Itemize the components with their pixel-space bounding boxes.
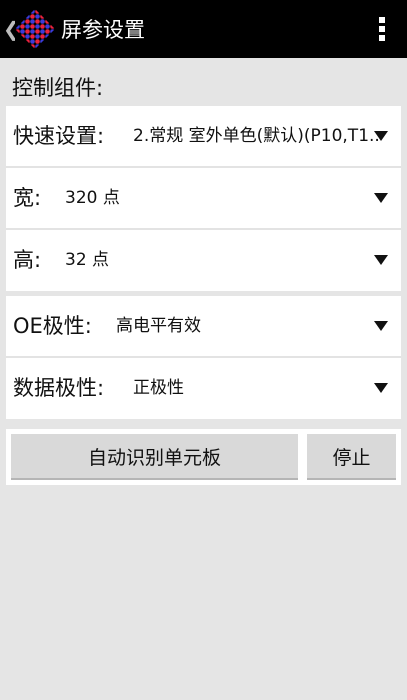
logo-cell — [35, 34, 40, 39]
data-polarity-label: 数据极性: — [13, 376, 105, 400]
logo-cell — [40, 34, 45, 39]
dropdown-arrow-icon — [374, 383, 388, 393]
quick-setting-spinner[interactable]: 快速设置: 2.常规 室外单色(默认)(P10,T1... — [6, 106, 401, 166]
data-polarity-value: 正极性 — [133, 378, 184, 398]
height-value: 32 点 — [65, 250, 110, 270]
oe-polarity-label: OE极性: — [13, 314, 92, 338]
logo-cell — [30, 19, 35, 24]
logo-cell — [20, 24, 25, 29]
logo-cell — [35, 39, 40, 44]
logo-cell — [35, 24, 40, 29]
logo-cell — [25, 19, 30, 24]
dropdown-arrow-icon — [374, 321, 388, 331]
page-title: 屏参设置 — [61, 18, 145, 42]
width-value: 320 点 — [65, 188, 120, 208]
dropdown-arrow-icon — [374, 131, 388, 141]
logo-cell — [45, 29, 50, 34]
section-label-control: 控制组件: — [12, 76, 104, 100]
logo-cell — [20, 29, 25, 34]
logo-cell — [45, 24, 50, 29]
logo-cell — [25, 24, 30, 29]
screen-size-card: 快速设置: 2.常规 室外单色(默认)(P10,T1... 宽: 320 点 高… — [6, 106, 401, 291]
menu-dot — [379, 26, 385, 32]
menu-dot — [379, 35, 385, 41]
action-bar: ❮ 屏参设置 — [0, 0, 407, 58]
logo-cell — [40, 19, 45, 24]
data-polarity-spinner[interactable]: 数据极性: 正极性 — [6, 358, 401, 418]
app-logo-icon[interactable] — [15, 9, 55, 49]
action-buttons-card: 自动识别单元板 停止 — [6, 429, 401, 485]
logo-cell — [30, 24, 35, 29]
quick-setting-label: 快速设置: — [13, 124, 105, 148]
logo-cell — [30, 29, 35, 34]
oe-polarity-spinner[interactable]: OE极性: 高电平有效 — [6, 296, 401, 356]
height-spinner[interactable]: 高: 32 点 — [6, 230, 401, 290]
logo-cell — [35, 29, 40, 34]
logo-cell — [30, 39, 35, 44]
quick-setting-value: 2.常规 室外单色(默认)(P10,T1... — [133, 126, 381, 146]
width-label: 宽: — [13, 186, 42, 210]
logo-cell — [35, 14, 40, 19]
height-label: 高: — [13, 248, 42, 272]
logo-cell — [25, 29, 30, 34]
polarity-card: OE极性: 高电平有效 数据极性: 正极性 — [6, 296, 401, 419]
oe-polarity-value: 高电平有效 — [116, 316, 201, 336]
menu-dot — [379, 17, 385, 23]
dropdown-arrow-icon — [374, 193, 388, 203]
logo-cell — [30, 34, 35, 39]
width-spinner[interactable]: 宽: 320 点 — [6, 168, 401, 228]
logo-cell — [30, 14, 35, 19]
dropdown-arrow-icon — [374, 255, 388, 265]
logo-cell — [40, 24, 45, 29]
overflow-menu-icon[interactable] — [379, 17, 385, 41]
logo-cell — [35, 19, 40, 24]
auto-detect-button[interactable]: 自动识别单元板 — [11, 434, 298, 480]
logo-cell — [25, 34, 30, 39]
stop-button[interactable]: 停止 — [307, 434, 396, 480]
logo-cell — [40, 29, 45, 34]
